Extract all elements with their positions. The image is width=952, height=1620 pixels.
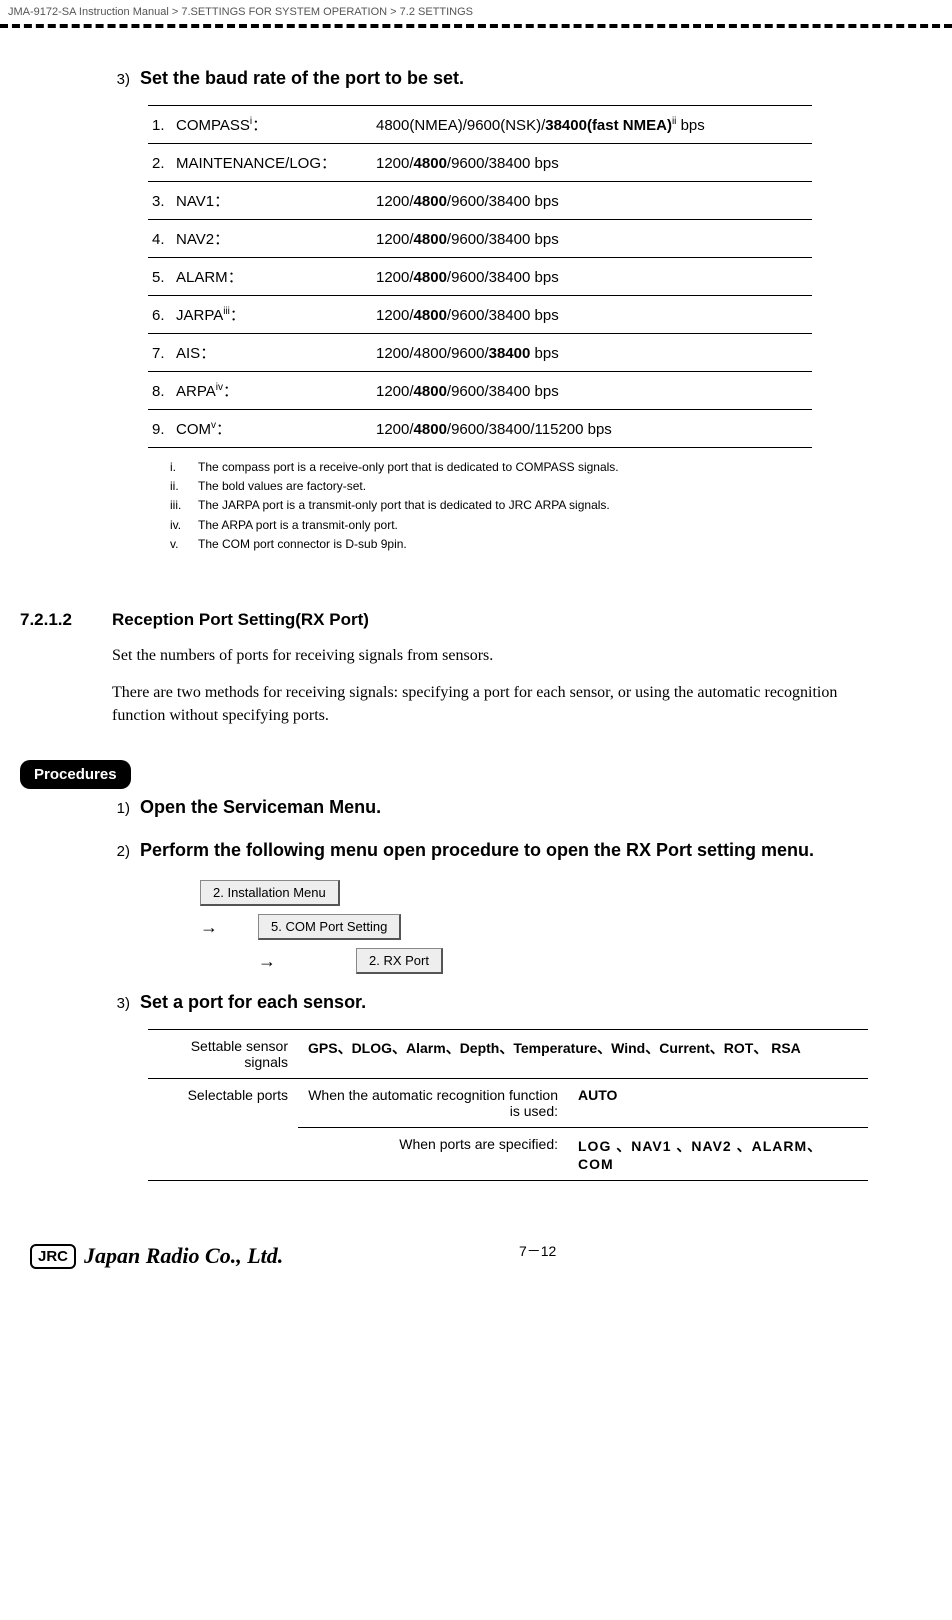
table-row: 4.NAV2：1200/4800/9600/38400 bps: [148, 220, 812, 258]
footnote-key: iii.: [170, 496, 198, 515]
step-number: 3): [112, 995, 140, 1012]
menu-path: 2. Installation Menu → 5. COM Port Setti…: [200, 880, 952, 974]
baud-value: 1200/4800/9600/38400 bps: [372, 220, 812, 258]
menu-button-rx-port[interactable]: 2. RX Port: [356, 948, 443, 974]
step-title: Perform the following menu open procedur…: [140, 836, 952, 865]
menu-button-installation[interactable]: 2. Installation Menu: [200, 880, 340, 906]
table-row: 8.ARPAiv：1200/4800/9600/38400 bps: [148, 372, 812, 410]
footnote-text: The JARPA port is a transmit-only port t…: [198, 496, 610, 515]
row-index: 3.: [148, 182, 172, 220]
section-title: Reception Port Setting(RX Port): [112, 610, 369, 630]
row-index: 8.: [148, 372, 172, 410]
baud-value: 1200/4800/9600/38400 bps: [372, 144, 812, 182]
baud-value: 1200/4800/9600/38400 bps: [372, 372, 812, 410]
section-number: 7.2.1.2: [20, 610, 112, 630]
jrc-logo-script: Japan Radio Co., Ltd.: [84, 1243, 283, 1269]
menu-button-com-port[interactable]: 5. COM Port Setting: [258, 914, 401, 940]
table-row: 9.COMv：1200/4800/9600/38400/115200 bps: [148, 410, 812, 448]
row-index: 9.: [148, 410, 172, 448]
cell-condition: When the automatic recognition function …: [298, 1079, 568, 1128]
table-row: 3.NAV1：1200/4800/9600/38400 bps: [148, 182, 812, 220]
procedure-step-2: 2) Perform the following menu open proce…: [112, 836, 952, 865]
cell-label: Selectable ports: [148, 1079, 298, 1181]
footnote-text: The bold values are factory-set.: [198, 477, 366, 496]
baud-rate-table: 1.COMPASSi：4800(NMEA)/9600(NSK)/38400(fa…: [148, 105, 812, 448]
table-row: 1.COMPASSi：4800(NMEA)/9600(NSK)/38400(fa…: [148, 106, 812, 144]
step-title: Set the baud rate of the port to be set.: [140, 68, 952, 89]
row-index: 7.: [148, 334, 172, 372]
body-paragraph: There are two methods for receiving sign…: [112, 681, 892, 727]
baud-value: 4800(NMEA)/9600(NSK)/38400(fast NMEA)ii …: [372, 106, 812, 144]
footnote: v.The COM port connector is D-sub 9pin.: [170, 535, 952, 554]
procedure-step-3: 3) Set a port for each sensor.: [112, 992, 952, 1013]
divider: [0, 24, 952, 28]
baud-value: 1200/4800/9600/38400 bps: [372, 182, 812, 220]
step-number: 1): [112, 800, 140, 817]
step-title: Set a port for each sensor.: [140, 992, 952, 1013]
breadcrumb: JMA-9172-SA Instruction Manual > 7.SETTI…: [0, 0, 952, 22]
row-index: 1.: [148, 106, 172, 144]
row-index: 2.: [148, 144, 172, 182]
arrow-icon: →: [258, 951, 316, 972]
footnotes: i.The compass port is a receive-only por…: [170, 458, 952, 554]
port-label: NAV1：: [172, 182, 372, 220]
table-row: Settable sensor signals GPS、DLOG、Alarm、D…: [148, 1030, 868, 1079]
cell-label: Settable sensor signals: [148, 1030, 298, 1079]
table-row: 6.JARPAiii：1200/4800/9600/38400 bps: [148, 296, 812, 334]
footnote-text: The compass port is a receive-only port …: [198, 458, 619, 477]
port-label: ARPAiv：: [172, 372, 372, 410]
procedures-badge: Procedures: [20, 760, 131, 789]
footnote: iii.The JARPA port is a transmit-only po…: [170, 496, 952, 515]
footer-logo: JRC Japan Radio Co., Ltd.: [30, 1241, 283, 1271]
baud-value: 1200/4800/9600/38400 bps: [372, 296, 812, 334]
footnote: i.The compass port is a receive-only por…: [170, 458, 952, 477]
port-label: AIS：: [172, 334, 372, 372]
cell-value: GPS、DLOG、Alarm、Depth、Temperature、Wind、Cu…: [298, 1030, 868, 1079]
body-paragraph: Set the numbers of ports for receiving s…: [112, 644, 892, 667]
port-label: NAV2：: [172, 220, 372, 258]
row-index: 4.: [148, 220, 172, 258]
cell-value: AUTO: [568, 1079, 868, 1128]
table-row: 7.AIS：1200/4800/9600/38400 bps: [148, 334, 812, 372]
footnote-text: The COM port connector is D-sub 9pin.: [198, 535, 407, 554]
footnote-key: v.: [170, 535, 198, 554]
footnote-text: The ARPA port is a transmit-only port.: [198, 516, 398, 535]
step-3: 3) Set the baud rate of the port to be s…: [112, 68, 952, 89]
table-row: 5.ALARM：1200/4800/9600/38400 bps: [148, 258, 812, 296]
step-title: Open the Serviceman Menu.: [140, 797, 952, 818]
step-number: 3): [112, 71, 140, 88]
baud-value: 1200/4800/9600/38400 bps: [372, 334, 812, 372]
section-heading: 7.2.1.2 Reception Port Setting(RX Port): [20, 610, 952, 630]
port-label: ALARM：: [172, 258, 372, 296]
footnote: iv.The ARPA port is a transmit-only port…: [170, 516, 952, 535]
baud-value: 1200/4800/9600/38400 bps: [372, 258, 812, 296]
footnote-key: i.: [170, 458, 198, 477]
jrc-logo-box: JRC: [30, 1244, 76, 1269]
footnote: ii.The bold values are factory-set.: [170, 477, 952, 496]
port-label: MAINTENANCE/LOG：: [172, 144, 372, 182]
port-settings-table: Settable sensor signals GPS、DLOG、Alarm、D…: [148, 1029, 868, 1181]
baud-value: 1200/4800/9600/38400/115200 bps: [372, 410, 812, 448]
table-row: 2.MAINTENANCE/LOG：1200/4800/9600/38400 b…: [148, 144, 812, 182]
procedure-step-1: 1) Open the Serviceman Menu.: [112, 797, 952, 818]
step-number: 2): [112, 843, 140, 860]
table-row: Selectable ports When the automatic reco…: [148, 1079, 868, 1128]
cell-condition: When ports are specified:: [298, 1128, 568, 1181]
row-index: 6.: [148, 296, 172, 334]
port-label: JARPAiii：: [172, 296, 372, 334]
row-index: 5.: [148, 258, 172, 296]
cell-value: LOG 、NAV1 、NAV2 、ALARM、 COM: [568, 1128, 868, 1181]
footnote-key: ii.: [170, 477, 198, 496]
port-label: COMPASSi：: [172, 106, 372, 144]
arrow-icon: →: [200, 917, 258, 938]
port-label: COMv：: [172, 410, 372, 448]
footnote-key: iv.: [170, 516, 198, 535]
